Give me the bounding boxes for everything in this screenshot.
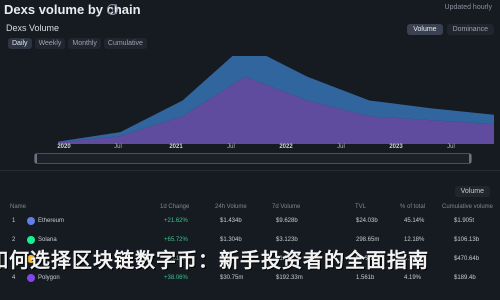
change-1d: +65.72%: [164, 237, 188, 243]
col-24h-volume[interactable]: 24h Volume: [215, 204, 247, 210]
share-value: 45.14%: [404, 218, 425, 224]
volume-24h: $30.75m: [220, 275, 244, 281]
row-rank: 1: [12, 218, 16, 224]
table-row[interactable]: 4 Polygon +38.06% $30.75m $192.33m 1.561b 4.19…: [0, 271, 500, 290]
volume-24h: $1.304b: [220, 237, 242, 243]
tvl-value: 298.65m: [356, 237, 380, 243]
tab-daily[interactable]: Daily: [8, 38, 32, 49]
col-cumulative[interactable]: Cumulative volume: [442, 204, 493, 210]
volume-toggle[interactable]: Volume: [454, 186, 490, 197]
volume-7d: $3.123b: [276, 237, 298, 243]
row-rank: 2: [12, 237, 16, 243]
tab-cumulative[interactable]: Cumulative: [103, 38, 147, 49]
view-volume-button[interactable]: Volume: [407, 24, 443, 35]
x-tick: 2021: [169, 144, 183, 150]
tab-weekly[interactable]: Weekly: [34, 38, 66, 49]
view-selector: Volume Dominance: [407, 24, 494, 35]
tvl-value: $24.03b: [356, 218, 378, 224]
chain-name-link[interactable]: Polygon: [38, 275, 60, 281]
col-1d-change[interactable]: 1d Change: [160, 204, 189, 210]
volume-chart[interactable]: [6, 56, 494, 144]
x-tick: Jul: [337, 144, 345, 150]
volume-24h: $1.434b: [220, 218, 242, 224]
range-scroller[interactable]: [34, 153, 472, 164]
col-name[interactable]: Name: [10, 204, 26, 210]
page-title: Dexs volume by chain: [4, 2, 141, 17]
x-tick: 2023: [389, 144, 403, 150]
range-handle-right[interactable]: [469, 154, 471, 163]
x-tick: 2020: [57, 144, 71, 150]
divider: [0, 170, 500, 171]
chain-logo-icon: [27, 217, 35, 225]
col-tvl[interactable]: TVL: [355, 204, 366, 210]
chart-title: Dexs Volume: [6, 23, 60, 33]
share-value: 4.19%: [404, 275, 422, 281]
overlay-caption: 如何选择区块链数字币：新手投资者的全面指南: [0, 248, 429, 272]
x-tick: Jul: [447, 144, 455, 150]
header: Dexs volume by chain i Updated hourly: [0, 0, 500, 20]
x-tick: 2022: [279, 144, 293, 150]
x-tick: Jul: [114, 144, 122, 150]
change-1d: +21.62%: [164, 218, 188, 224]
tvl-value: 1.561b: [356, 275, 375, 281]
col-share[interactable]: % of total: [400, 204, 425, 210]
chain-name-link[interactable]: Ethereum: [38, 218, 64, 224]
table-row[interactable]: 1 Ethereum +21.62% $1.434b $9.628b $24.03b 45.…: [0, 214, 500, 233]
timeframe-selector: Daily Weekly Monthly Cumulative: [8, 38, 147, 49]
volume-7d: $192.33m: [276, 275, 303, 281]
cumulative-value: $189.4b: [454, 275, 476, 281]
range-handle-left[interactable]: [35, 154, 37, 163]
chain-name-link[interactable]: Solana: [38, 237, 57, 243]
info-icon[interactable]: i: [107, 4, 118, 15]
cumulative-value: $1.905t: [454, 218, 475, 224]
tab-monthly[interactable]: Monthly: [68, 38, 101, 49]
x-tick: Jul: [227, 144, 235, 150]
table-header: Name 1d Change 24h Volume 7d Volume TVL …: [0, 204, 500, 214]
col-7d-volume[interactable]: 7d Volume: [272, 204, 300, 210]
chain-logo-icon: [27, 236, 35, 244]
chain-logo-icon: [27, 274, 35, 282]
row-rank: 4: [12, 275, 16, 281]
view-dominance-button[interactable]: Dominance: [446, 24, 494, 35]
cumulative-value: $106.13b: [454, 237, 480, 243]
share-value: 12.18%: [404, 237, 425, 243]
volume-7d: $9.628b: [276, 218, 298, 224]
updated-note: Updated hourly: [444, 4, 492, 11]
change-1d: +38.06%: [164, 275, 188, 281]
